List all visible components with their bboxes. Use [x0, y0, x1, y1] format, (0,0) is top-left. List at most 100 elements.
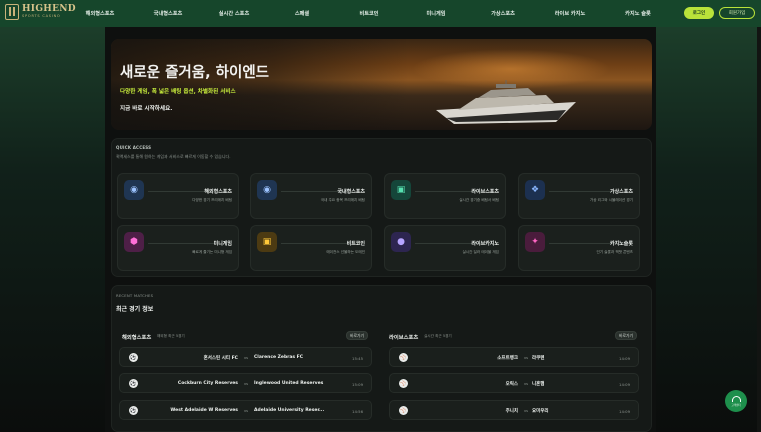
join-button[interactable]: 회원가입	[719, 7, 755, 19]
baseball-icon: ⚾	[399, 379, 408, 388]
soccer-ball-icon: ⚽	[129, 406, 138, 415]
live-match-row[interactable]: ⚾ 주니치 vs 요미우리 14:09	[389, 400, 639, 420]
quick-tile-sub: 가상 리그와 시뮬레이션 경기	[589, 198, 633, 202]
quick-tile-sub: 에이전스 선물하는 도메인	[326, 250, 365, 254]
headset-icon	[731, 395, 741, 402]
match-home-team: West Adelaide W Reserves	[170, 408, 238, 413]
match-away-team: 니혼햄	[532, 382, 545, 387]
nav-item-special[interactable]: 스페셜	[295, 10, 309, 17]
match-time: 14:09	[619, 382, 630, 387]
brand-name: HIGHEND	[22, 4, 76, 15]
baseball-icon: ⚾	[399, 353, 408, 362]
quick-tile-live-sports[interactable]: ▣ 라이브스포츠 실시간 경기중 베팅서 배팅	[384, 173, 506, 219]
overseas-match-row[interactable]: ⚽ 혼서스틴 시티 FC vs Clarence Zebras FC 15:45	[119, 347, 372, 367]
nav-item-live-sports[interactable]: 실시간 스포츠	[219, 10, 249, 17]
sparkle-icon: ✦	[525, 232, 545, 252]
basket-icon: ▣	[257, 232, 277, 252]
live-more-button[interactable]: 바로가기	[615, 331, 637, 340]
live-match-row[interactable]: ⚾ 소프트뱅크 vs 라쿠텐 14:09	[389, 347, 639, 367]
quick-tile-sub: 실시간 경기중 베팅서 배팅	[459, 198, 499, 202]
hero-subtitle: 다양한 게임, 폭 넓은 배팅 옵션, 차별화된 서비스	[120, 89, 236, 95]
logo-mark-icon	[5, 4, 19, 20]
match-time: 14:09	[619, 356, 630, 361]
match-away-team: 요미우리	[532, 409, 549, 414]
quick-tile-live-casino[interactable]: ● 라이브카지노 실시간 딜러 테이블 게임	[384, 225, 506, 271]
live-match-row[interactable]: ⚾ 오릭스 vs 니혼햄 14:09	[389, 373, 639, 393]
soccer-ball-icon: ◉	[124, 180, 144, 200]
match-time: 15:45	[352, 356, 363, 361]
nav-item-casino-slot[interactable]: 카지노 슬롯	[625, 10, 651, 17]
match-vs: vs	[524, 382, 528, 386]
quick-access-description: 퀵액세스를 통해 원하는 게임과 서비스로 빠르게 이동할 수 있습니다.	[116, 154, 231, 159]
hero-title: 새로운 즐거움, 하이엔드	[120, 65, 270, 81]
quick-tile-title: 라이브카지노	[471, 241, 499, 247]
quick-tile-minigame[interactable]: ⬢ 미니게임 빠르게 즐기는 미니형 게임	[117, 225, 239, 271]
soccer-ball-icon: ⚽	[129, 353, 138, 362]
quick-tile-virtual-sports[interactable]: ❖ 가상스포츠 가상 리그와 시뮬레이션 경기	[518, 173, 640, 219]
login-button[interactable]: 로그인	[684, 7, 714, 19]
nav-item-overseas-sports[interactable]: 해외형스포츠	[86, 10, 115, 17]
match-away-team: Adelaide University Reser...	[254, 408, 325, 413]
match-away-team: Clarence Zebras FC	[254, 355, 304, 360]
gamepad-icon: ❖	[525, 180, 545, 200]
cube-icon: ⬢	[124, 232, 144, 252]
quick-tile-title: 비트코인	[346, 241, 365, 247]
quick-tile-sub: 국내 주요 종목 프리매치 배팅	[320, 198, 365, 202]
controller-icon: ●	[391, 232, 411, 252]
quick-tile-casino-slot[interactable]: ✦ 카지노슬롯 인기 슬롯과 잭팟 콘텐츠	[518, 225, 640, 271]
quick-tile-bitcoin[interactable]: ▣ 비트코인 에이전스 선물하는 도메인	[250, 225, 372, 271]
soccer-ball-icon: ⚽	[129, 379, 138, 388]
quick-tile-title: 국내형스포츠	[337, 189, 365, 195]
overseas-match-row[interactable]: ⚽ West Adelaide W Reserves vs Adelaide U…	[119, 400, 372, 420]
overseas-more-button[interactable]: 바로가기	[346, 331, 368, 340]
quick-tile-title: 미니게임	[213, 241, 232, 247]
live-tv-icon: ▣	[391, 180, 411, 200]
nav-item-domestic-sports[interactable]: 국내형스포츠	[154, 10, 183, 17]
overseas-section-sub: 해외형 최근 5경기	[157, 334, 185, 338]
overseas-match-row[interactable]: ⚽ Cockburn City Reserves vs Inglewood Un…	[119, 373, 372, 393]
match-time: 14:56	[352, 409, 363, 414]
customer-center-label: 고객센터	[731, 403, 741, 407]
nav-item-minigame[interactable]: 미니게임	[426, 10, 445, 17]
brand-logo[interactable]: HIGHEND SPORTS CASINO	[5, 4, 76, 20]
nav-item-live-casino[interactable]: 라이브 카지노	[555, 10, 585, 17]
hero-cta: 지금 바로 시작하세요.	[120, 106, 173, 112]
match-away-team: 라쿠텐	[532, 356, 545, 361]
quick-tile-title: 가상스포츠	[609, 189, 633, 195]
match-home-team: Cockburn City Reserves	[177, 381, 238, 386]
match-away-team: Inglewood United Reserves	[254, 381, 324, 386]
nav-item-virtual-sports[interactable]: 가상스포츠	[491, 10, 515, 17]
match-time: 14:09	[619, 409, 630, 414]
soccer-ball-icon: ◉	[257, 180, 277, 200]
overseas-section-title: 해외형스포츠	[122, 335, 152, 341]
quick-tile-overseas-sports[interactable]: ◉ 해외형스포츠 다양한 경기 프리매치 배팅	[117, 173, 239, 219]
quick-tile-domestic-sports[interactable]: ◉ 국내형스포츠 국내 주요 종목 프리매치 배팅	[250, 173, 372, 219]
brand-tagline: SPORTS CASINO	[22, 14, 61, 19]
live-section-sub: 실시간 최근 5경기	[424, 334, 452, 338]
recent-matches-title: 최근 경기 정보	[116, 306, 154, 313]
match-vs: vs	[244, 409, 248, 413]
hero-banner	[111, 39, 652, 130]
left-background	[0, 27, 105, 432]
match-vs: vs	[524, 356, 528, 360]
quick-access-label: QUICK ACCESS	[116, 145, 152, 150]
match-vs: vs	[524, 409, 528, 413]
baseball-icon: ⚾	[399, 406, 408, 415]
match-vs: vs	[244, 356, 248, 360]
match-home-team: 주니치	[505, 409, 518, 414]
customer-center-button[interactable]: 고객센터	[725, 390, 747, 412]
quick-tile-title: 해외형스포츠	[204, 189, 232, 195]
match-time: 15:09	[352, 382, 363, 387]
match-vs: vs	[244, 382, 248, 386]
page-scrollbar[interactable]	[757, 27, 761, 432]
top-navigation-bar: HIGHEND SPORTS CASINO 해외형스포츠 국내형스포츠 실시간 …	[0, 0, 761, 27]
quick-tile-title: 카지노슬롯	[609, 241, 633, 247]
nav-item-bitcoin[interactable]: 비트코인	[359, 10, 378, 17]
quick-tile-sub: 실시간 딜러 테이블 게임	[462, 250, 500, 254]
match-home-team: 혼서스틴 시티 FC	[203, 356, 238, 361]
quick-tile-sub: 빠르게 즐기는 미니형 게임	[192, 250, 232, 254]
live-section-title: 라이브스포츠	[389, 335, 419, 341]
quick-tile-sub: 인기 슬롯과 잭팟 콘텐츠	[596, 250, 634, 254]
recent-matches-label: RECENT MATCHES	[116, 293, 154, 298]
match-home-team: 오릭스	[505, 382, 518, 387]
